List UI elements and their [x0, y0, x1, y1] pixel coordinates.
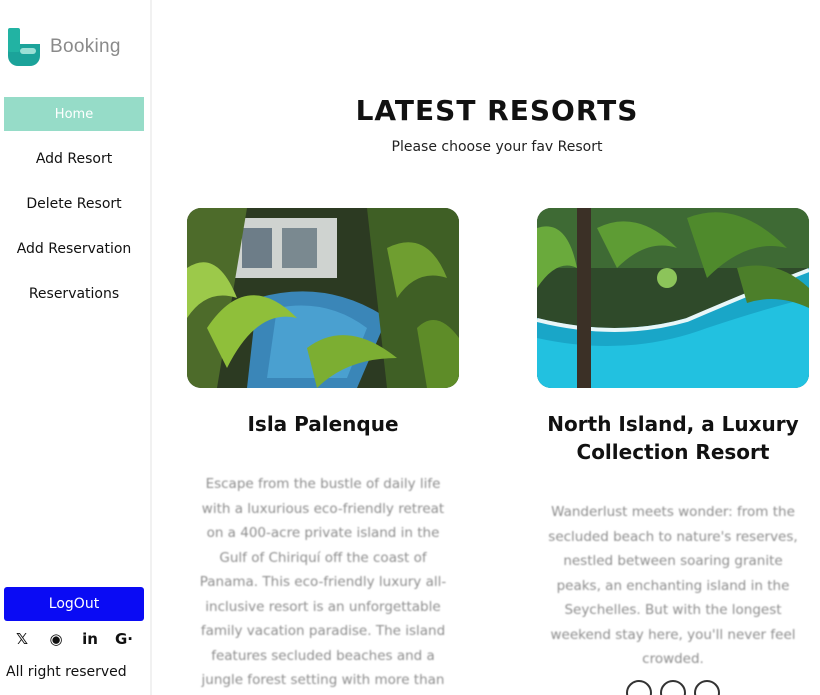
linkedin-icon[interactable]: in: [80, 630, 100, 648]
sidebar-item-delete-resort[interactable]: Delete Resort: [0, 196, 148, 212]
sidebar-item-reservations[interactable]: Reservations: [0, 286, 148, 302]
sidebar-item-home[interactable]: Home: [4, 97, 144, 131]
resort-card[interactable]: North Island, a Luxury Collection Resort…: [537, 208, 809, 695]
github-icon[interactable]: ◉: [46, 630, 66, 648]
social-links: 𝕏 ◉ in G·: [12, 630, 134, 648]
resort-description: Escape from the bustle of daily life wit…: [199, 476, 447, 688]
logout-button[interactable]: LogOut: [4, 587, 144, 621]
sidebar: Booking Home Add Resort Delete Resort Ad…: [0, 0, 152, 695]
resort-actions: [537, 679, 809, 695]
resort-description: Wanderlust meets wonder: from the seclud…: [548, 504, 798, 667]
page-subtitle: Please choose your fav Resort: [391, 139, 603, 155]
x-icon[interactable]: 𝕏: [12, 630, 32, 648]
circle-icon[interactable]: [694, 679, 720, 695]
circle-icon[interactable]: [660, 679, 686, 695]
resort-image[interactable]: [537, 208, 809, 388]
resort-name: Isla Palenque: [247, 412, 399, 436]
resort-image-illustration: [187, 208, 459, 388]
resort-image-illustration: [537, 208, 809, 388]
sidebar-item-add-resort[interactable]: Add Resort: [0, 151, 148, 167]
brand-logo-icon: [6, 28, 40, 66]
brand-logo[interactable]: Booking: [6, 28, 121, 66]
footer-rights: All right reserved: [6, 664, 127, 680]
resort-card[interactable]: Isla Palenque Escape from the bustle of …: [187, 208, 459, 693]
sidebar-item-add-reservation[interactable]: Add Reservation: [0, 241, 148, 257]
google-icon[interactable]: G·: [114, 630, 134, 648]
brand-name: Booking: [50, 36, 121, 57]
resort-name: North Island, a Luxury Collection Resort: [547, 412, 799, 464]
circle-icon[interactable]: [626, 679, 652, 695]
page-title: LATEST RESORTS: [355, 94, 639, 127]
resort-image[interactable]: [187, 208, 459, 388]
